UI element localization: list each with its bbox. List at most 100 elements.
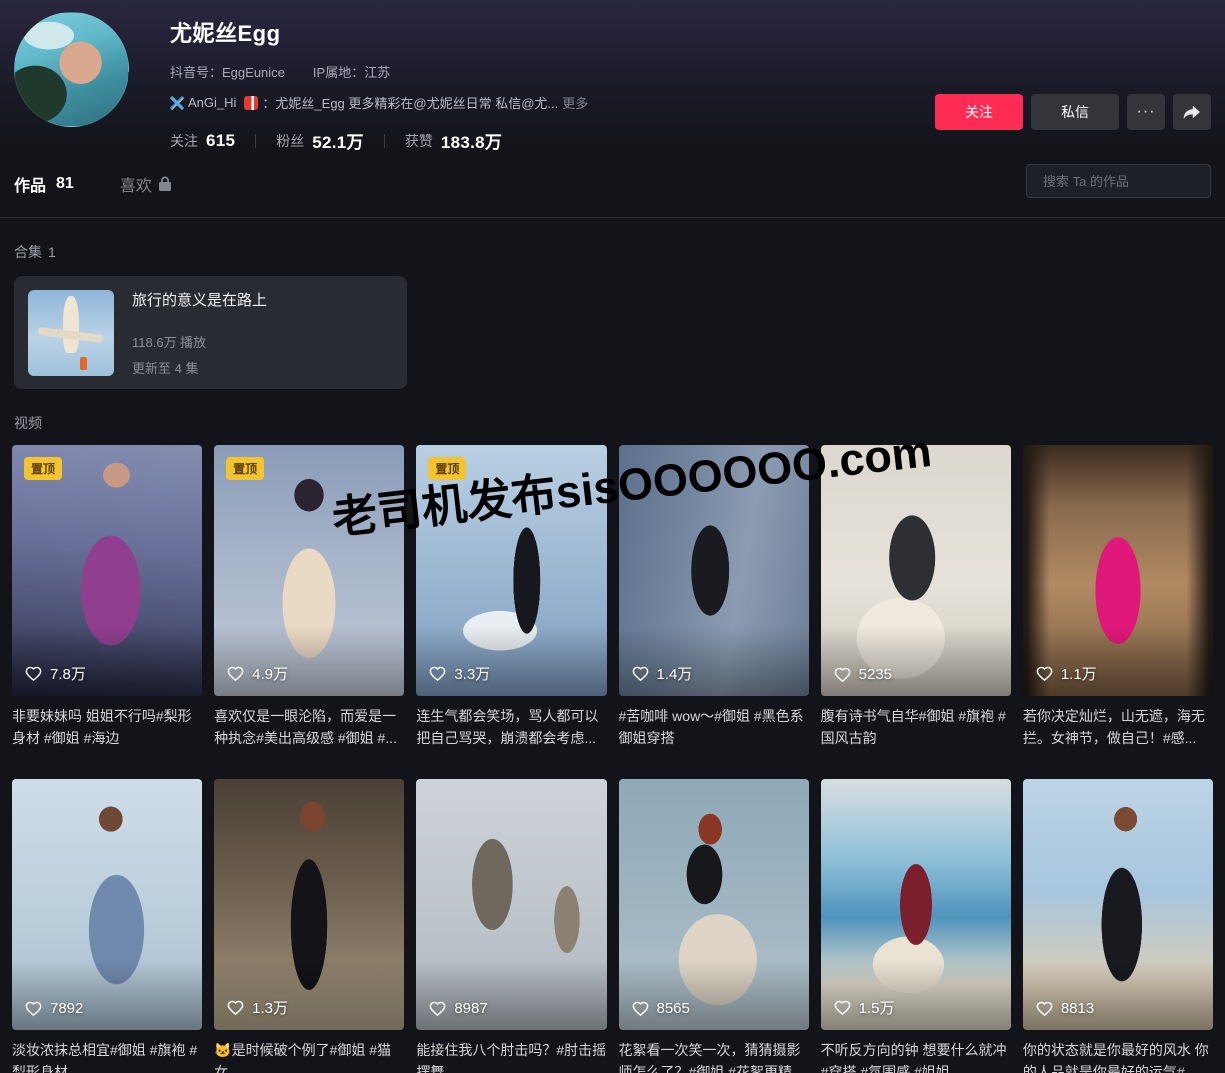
video-card[interactable]: 8813 你的状态就是你最好的风水 你的人品就是你最好的运气#...	[1023, 779, 1213, 1073]
video-card[interactable]: 5235 腹有诗书气自华#御姐 #旗袍 #国风古韵	[821, 445, 1011, 749]
video-caption: 花絮看一次笑一次，猜猜摄影师怎么了？#御姐 #花絮更精...	[619, 1039, 809, 1073]
collection-title: 旅行的意义是在路上	[132, 289, 267, 310]
video-card[interactable]: 1.3万 🐱是时候破个例了#御姐 #猫女	[214, 779, 404, 1073]
tab-likes[interactable]: 喜欢	[120, 172, 172, 196]
videos-section-label: 视频	[0, 389, 1225, 445]
video-caption: 🐱是时候破个例了#御姐 #猫女	[214, 1039, 404, 1073]
video-thumbnail: 1.3万	[214, 779, 404, 1030]
video-thumbnail: 1.4万	[619, 445, 809, 696]
collection-section-label: 合集1	[0, 218, 1225, 274]
video-card[interactable]: 1.5万 不听反方向的钟 想要什么就冲#穿搭 #氛围感 #姐姐	[821, 779, 1011, 1073]
page-title: 尤妮丝Egg	[170, 16, 588, 48]
video-card[interactable]: 1.4万 #苦咖啡 wow～#御姐 #黑色系御姐穿搭	[619, 445, 809, 749]
collection-episodes: 更新至 4 集	[132, 358, 267, 377]
collection-plays: 118.6万 播放	[132, 332, 267, 351]
video-caption: 能接住我八个肘击吗？#肘击摇摆舞	[416, 1039, 606, 1073]
like-count: 1.1万	[1035, 663, 1097, 684]
pinned-badge: 置顶	[226, 457, 264, 480]
video-thumbnail: 8987	[416, 779, 606, 1030]
heart-icon	[631, 664, 650, 683]
video-thumbnail: 7892	[12, 779, 202, 1030]
search-input[interactable]	[1043, 174, 1219, 189]
like-count: 1.3万	[226, 997, 288, 1018]
bio-handle: AnGi_Hi	[188, 95, 236, 110]
tab-works[interactable]: 作品 81	[14, 172, 74, 196]
video-card[interactable]: 1.1万 若你决定灿烂，山无遮，海无拦。女神节，做自己！#感...	[1023, 445, 1213, 749]
ip-value: 江苏	[364, 65, 390, 80]
heart-icon	[428, 664, 447, 683]
video-thumbnail: 8565	[619, 779, 809, 1030]
video-caption: 非要妹妹吗 姐姐不行吗#梨形身材 #御姐 #海边	[12, 705, 202, 749]
heart-icon	[833, 998, 852, 1017]
ellipsis-icon: ···	[1137, 103, 1156, 121]
more-options-button[interactable]: ···	[1127, 94, 1165, 130]
video-caption: 不听反方向的钟 想要什么就冲#穿搭 #氛围感 #姐姐	[821, 1039, 1011, 1073]
heart-icon	[833, 665, 852, 684]
heart-icon	[226, 664, 245, 683]
video-thumbnail: 5235	[821, 445, 1011, 696]
tab-likes-label: 喜欢	[120, 172, 152, 196]
profile-header: 尤妮丝Egg 抖音号：EggEunice IP属地：江苏 AnGi_Hi ：尤妮丝…	[0, 0, 1225, 150]
pinned-badge: 置顶	[428, 457, 466, 480]
bio: AnGi_Hi ：尤妮丝_Egg 更多精彩在@尤妮丝日常 私信@尤... 更多	[170, 93, 588, 112]
douyin-id-value: EggEunice	[222, 65, 285, 80]
follow-button[interactable]: 关注	[935, 94, 1023, 130]
divider	[255, 134, 256, 148]
bio-more-link[interactable]: 更多	[562, 93, 588, 112]
heart-icon	[24, 999, 43, 1018]
tab-bar: 作品 81 喜欢	[0, 150, 1225, 218]
video-card[interactable]: 置顶 4.9万 喜欢仅是一眼沦陷，而爱是一种执念#美出高级感 #御姐 #...	[214, 445, 404, 749]
avatar[interactable]	[14, 12, 129, 127]
douyin-id-label: 抖音号：	[170, 65, 222, 80]
divider	[384, 134, 385, 148]
blue-app-icon	[170, 96, 184, 110]
heart-icon	[1035, 664, 1054, 683]
pinned-badge: 置顶	[24, 457, 62, 480]
ip-label: IP属地：	[313, 65, 364, 80]
share-arrow-icon	[1182, 102, 1202, 122]
followers-label: 粉丝	[276, 131, 304, 151]
account-meta: 抖音号：EggEunice IP属地：江苏	[170, 62, 588, 81]
message-button[interactable]: 私信	[1031, 94, 1119, 130]
video-caption: #苦咖啡 wow～#御姐 #黑色系御姐穿搭	[619, 705, 809, 749]
following-label: 关注	[170, 131, 198, 151]
share-button[interactable]	[1173, 94, 1211, 130]
like-count: 4.9万	[226, 663, 288, 684]
video-thumbnail: 置顶 4.9万	[214, 445, 404, 696]
video-caption: 你的状态就是你最好的风水 你的人品就是你最好的运气#...	[1023, 1039, 1213, 1073]
video-thumbnail: 8813	[1023, 779, 1213, 1030]
collection-card[interactable]: 旅行的意义是在路上 118.6万 播放 更新至 4 集	[14, 276, 407, 389]
tab-works-label: 作品	[14, 172, 46, 196]
video-card[interactable]: 置顶 3.3万 连生气都会笑场，骂人都可以把自己骂哭，崩溃都会考虑...	[416, 445, 606, 749]
bio-text: ：尤妮丝_Egg 更多精彩在@尤妮丝日常 私信@尤...	[262, 93, 558, 112]
video-caption: 腹有诗书气自华#御姐 #旗袍 #国风古韵	[821, 705, 1011, 749]
video-card[interactable]: 8565 花絮看一次笑一次，猜猜摄影师怎么了？#御姐 #花絮更精...	[619, 779, 809, 1073]
video-card[interactable]: 8987 能接住我八个肘击吗？#肘击摇摆舞	[416, 779, 606, 1073]
video-card[interactable]: 置顶 7.8万 非要妹妹吗 姐姐不行吗#梨形身材 #御姐 #海边	[12, 445, 202, 749]
heart-icon	[1035, 999, 1054, 1018]
like-count: 7892	[24, 999, 83, 1018]
heart-icon	[428, 999, 447, 1018]
heart-icon	[226, 998, 245, 1017]
like-count: 8987	[428, 999, 487, 1018]
like-count: 1.4万	[631, 663, 693, 684]
airplane-icon	[63, 296, 78, 353]
video-caption: 若你决定灿烂，山无遮，海无拦。女神节，做自己！#感...	[1023, 705, 1213, 749]
heart-icon	[631, 999, 650, 1018]
following-value: 615	[206, 131, 235, 151]
video-caption: 淡妆浓抹总相宜#御姐 #旗袍 #梨形身材	[12, 1039, 202, 1073]
video-thumbnail: 置顶 3.3万	[416, 445, 606, 696]
video-caption: 连生气都会笑场，骂人都可以把自己骂哭，崩溃都会考虑...	[416, 705, 606, 749]
search-box[interactable]	[1026, 164, 1211, 198]
video-thumbnail: 置顶 7.8万	[12, 445, 202, 696]
video-thumbnail: 1.5万	[821, 779, 1011, 1030]
video-caption: 喜欢仅是一眼沦陷，而爱是一种执念#美出高级感 #御姐 #...	[214, 705, 404, 749]
like-count: 8565	[631, 999, 690, 1018]
video-card[interactable]: 7892 淡妆浓抹总相宜#御姐 #旗袍 #梨形身材	[12, 779, 202, 1073]
like-count: 1.5万	[833, 997, 895, 1018]
red-app-icon	[244, 96, 258, 110]
like-count: 7.8万	[24, 663, 86, 684]
like-count: 3.3万	[428, 663, 490, 684]
video-grid: 置顶 7.8万 非要妹妹吗 姐姐不行吗#梨形身材 #御姐 #海边 置顶 4.9万…	[0, 445, 1225, 1073]
tab-works-count: 81	[56, 175, 74, 193]
